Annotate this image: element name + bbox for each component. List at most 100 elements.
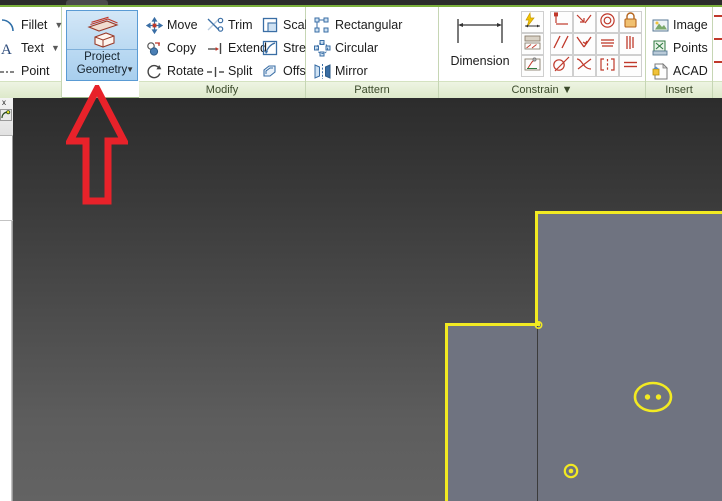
symmetric-constraint-button[interactable] [596,55,619,77]
model-browser-inner-edge [11,221,12,501]
acad-icon [652,62,669,80]
smooth-constraint-button[interactable] [573,55,596,77]
show-constraints-button[interactable] [521,33,544,55]
text-button[interactable]: A Text ▼ [0,36,60,60]
projected-slot[interactable] [631,378,675,416]
horizontal-constraint-icon [598,34,617,54]
projected-edge-horizontal-upper[interactable] [535,211,722,214]
tangent-constraint-button[interactable] [550,55,573,77]
project-geometry-label: Project Geometry ▼ [67,51,137,77]
fillet-button[interactable]: Fillet ▼ [0,13,63,37]
text-icon: A [0,40,17,58]
projected-hole[interactable] [560,460,582,482]
extend-button[interactable]: Extend [207,36,267,60]
panel-label-modify: Modify [139,81,305,98]
model-face-upper-right[interactable] [537,211,722,501]
move-button[interactable]: Move [145,13,198,37]
fillet-label: Fillet [21,18,48,32]
ribbon-panel-sketch: Fillet ▼ A Text ▼ Point [0,7,63,98]
mirror-label: Mirror [335,64,368,78]
chevron-down-icon[interactable]: ▼ [126,63,134,76]
projected-endpoint-marker[interactable] [532,318,545,331]
dimension-label: Dimension [450,54,510,68]
split-button[interactable]: Split [207,59,252,83]
dimension-icon [452,17,508,48]
rectangular-pattern-icon [314,17,331,34]
collinear-constraint-icon [575,12,594,32]
dimension-button[interactable]: Dimension [444,9,516,79]
ribbon-panel-modify: Move Copy Rotate Trim Extend Split Scale… [139,7,323,98]
insert-points-label: Points [673,41,708,55]
split-label: Split [228,64,253,78]
point-icon [0,63,17,80]
model-browser-panel: x [0,98,13,501]
panel-label-sketch [0,81,61,98]
concentric-constraint-button[interactable] [596,11,619,33]
trim-button[interactable]: Trim [207,13,253,37]
model-face-lower-left[interactable] [447,324,539,501]
copy-icon [146,40,163,57]
tangent-constraint-icon [552,56,571,76]
panel-body-constrain: Dimension [439,7,645,81]
image-icon [652,17,669,34]
circular-pattern-button[interactable]: Circular [314,36,378,60]
constraint-settings-button[interactable] [521,55,544,77]
projected-edge-horizontal-lower[interactable] [445,323,539,326]
circular-pattern-icon [314,39,331,57]
stretch-icon [262,40,279,57]
move-label: Move [167,18,198,32]
auto-dimension-button[interactable] [521,11,544,33]
clipped-constraint-icon-1 [714,15,722,17]
point-label: Point [21,64,50,78]
panel-label-insert: Insert [646,81,712,98]
rectangular-pattern-label: Rectangular [335,18,403,32]
horizontal-constraint-button[interactable] [596,33,619,55]
scale-icon [262,17,279,34]
fix-constraint-button[interactable] [619,11,642,33]
ribbon-panel-insert: Image Points ACAD Insert [646,7,713,98]
ribbon-panel-pattern: Rectangular Circular Mirror Pattern [306,7,439,98]
chevron-down-icon[interactable]: ▼ [51,43,60,53]
insert-acad-button[interactable]: ACAD [652,59,708,83]
fillet-icon [0,17,17,34]
rotate-label: Rotate [167,64,204,78]
perpendicular-constraint-button[interactable] [573,33,596,55]
constraint-settings-icon [523,56,542,76]
rotate-button[interactable]: Rotate [146,59,204,83]
insert-acad-label: ACAD [673,64,708,78]
close-icon[interactable]: x [2,99,6,107]
chevron-down-icon[interactable]: ▼ [54,20,63,30]
insert-image-button[interactable]: Image [652,13,708,37]
projected-edge-vertical-upper[interactable] [535,211,538,326]
parallel-constraint-button[interactable] [550,33,573,55]
project-geometry-button[interactable]: Project Geometry ▼ [66,10,138,81]
extend-icon [207,40,224,57]
insert-points-button[interactable]: Points [652,36,708,60]
panel-label-constrain[interactable]: Constrain ▼ [439,81,645,98]
model-browser-header: x [0,98,13,136]
equal-constraint-button[interactable] [619,55,642,77]
panel-label-clipped-right [713,81,722,98]
clipped-constraint-icon-3 [714,61,722,63]
coincident-constraint-icon [552,12,571,32]
ribbon-panel-clipped-right [713,7,722,98]
mirror-button[interactable]: Mirror [314,59,368,83]
point-button[interactable]: Point [0,59,50,83]
show-constraints-icon [523,34,542,54]
panel-body-pattern: Rectangular Circular Mirror [306,7,438,81]
graphics-canvas[interactable] [13,98,722,501]
project-geometry-divider [67,49,137,50]
rectangular-pattern-button[interactable]: Rectangular [314,13,402,37]
fix-constraint-icon [621,12,640,32]
text-label: Text [21,41,44,55]
circular-pattern-label: Circular [335,41,379,55]
copy-button[interactable]: Copy [146,36,196,60]
vertical-constraint-button[interactable] [619,33,642,55]
clipped-constraint-icon-2 [714,38,722,40]
concentric-constraint-icon [598,12,617,32]
collinear-constraint-button[interactable] [573,11,596,33]
smooth-constraint-icon [575,56,594,76]
coincident-constraint-button[interactable] [550,11,573,33]
projected-edge-vertical-lower[interactable] [445,323,448,501]
model-browser-icon[interactable] [0,109,12,121]
